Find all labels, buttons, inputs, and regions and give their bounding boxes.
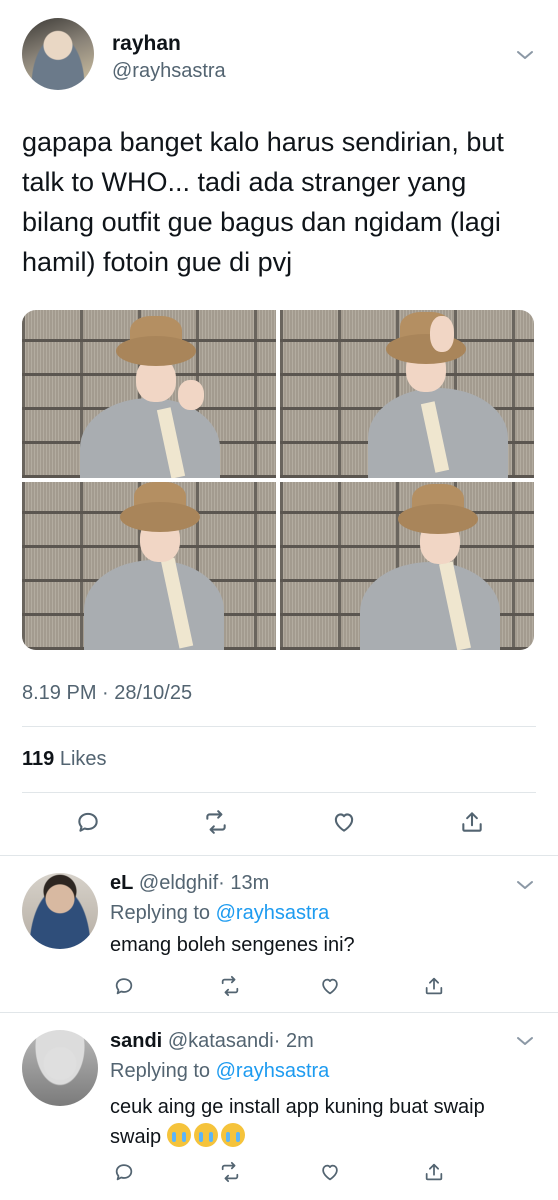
reply-text: ceuk aing ge install app kuning buat swa… xyxy=(110,1092,510,1152)
loudly-crying-face-icon xyxy=(220,1123,245,1147)
replying-to: Replying to @rayhsastra xyxy=(110,902,329,925)
loudly-crying-face-icon xyxy=(166,1123,191,1147)
like-button[interactable] xyxy=(316,972,344,1000)
reply-time: · 2m xyxy=(273,1030,314,1052)
reply-author[interactable]: eL @eldghif· 13m xyxy=(110,872,269,895)
share-icon xyxy=(425,977,443,995)
share-button[interactable] xyxy=(420,1158,448,1186)
tweet-photo[interactable] xyxy=(280,310,534,478)
retweet-button[interactable] xyxy=(216,972,244,1000)
chevron-down-icon[interactable] xyxy=(516,46,534,64)
reply-icon xyxy=(115,978,133,995)
chevron-down-icon[interactable] xyxy=(516,876,534,894)
loudly-crying-face-icon xyxy=(193,1123,218,1147)
reply-avatar[interactable] xyxy=(22,873,98,949)
reply-display-name: eL xyxy=(110,872,134,894)
tweet-photo[interactable] xyxy=(22,310,276,478)
reply-handle: @katasandi xyxy=(167,1030,274,1052)
retweet-icon xyxy=(206,810,226,834)
author-handle[interactable]: @rayhsastra xyxy=(112,60,226,83)
likes-label: Likes xyxy=(59,748,107,770)
tweet-text: gapapa banget kalo harus sendirian, but … xyxy=(22,127,504,277)
reply-handle: @eldghif xyxy=(138,872,219,894)
reply-button[interactable] xyxy=(74,808,102,836)
like-button[interactable] xyxy=(330,808,358,836)
tweet-photo[interactable] xyxy=(22,482,276,650)
reply-avatar[interactable] xyxy=(22,1030,98,1106)
retweet-icon xyxy=(221,1161,239,1183)
reply-author[interactable]: sandi @katasandi· 2m xyxy=(110,1030,314,1053)
divider xyxy=(0,1012,558,1013)
replying-to-link[interactable]: @rayhsastra xyxy=(216,902,330,924)
like-icon xyxy=(322,978,338,995)
reply-text: emang boleh sengenes ini? xyxy=(110,934,355,956)
reply-text-content: ceuk aing ge install app kuning buat swa… xyxy=(110,1096,485,1148)
likes-stat[interactable]: 119 Likes xyxy=(22,748,107,771)
retweet-button[interactable] xyxy=(216,1158,244,1186)
reply-display-name: sandi xyxy=(110,1030,163,1052)
like-icon xyxy=(334,813,354,832)
reply-time: · 13m xyxy=(218,872,270,894)
author-display-name[interactable]: rayhan xyxy=(112,32,181,56)
replying-label: Replying to xyxy=(110,1060,211,1082)
retweet-button[interactable] xyxy=(202,808,230,836)
author-avatar[interactable] xyxy=(22,18,94,90)
photo-grid xyxy=(22,310,534,650)
share-button[interactable] xyxy=(458,808,486,836)
reply-button[interactable] xyxy=(110,1158,138,1186)
replying-label: Replying to xyxy=(110,902,211,924)
reply-button[interactable] xyxy=(110,972,138,1000)
share-icon xyxy=(425,1163,443,1181)
divider xyxy=(22,726,536,727)
likes-count: 119 xyxy=(22,748,55,770)
like-button[interactable] xyxy=(316,1158,344,1186)
chevron-down-icon[interactable] xyxy=(516,1032,534,1050)
replying-to: Replying to @rayhsastra xyxy=(110,1060,329,1083)
retweet-icon xyxy=(221,975,239,997)
share-icon xyxy=(462,812,482,832)
divider xyxy=(22,792,536,793)
tweet-photo[interactable] xyxy=(280,482,534,650)
reply-icon xyxy=(78,812,98,832)
replying-to-link[interactable]: @rayhsastra xyxy=(216,1060,330,1082)
divider xyxy=(0,855,558,856)
tweet-timestamp[interactable]: 8.19 PM · 28/10/25 xyxy=(22,682,192,705)
share-button[interactable] xyxy=(420,972,448,1000)
like-icon xyxy=(322,1164,338,1181)
reply-icon xyxy=(115,1164,133,1181)
